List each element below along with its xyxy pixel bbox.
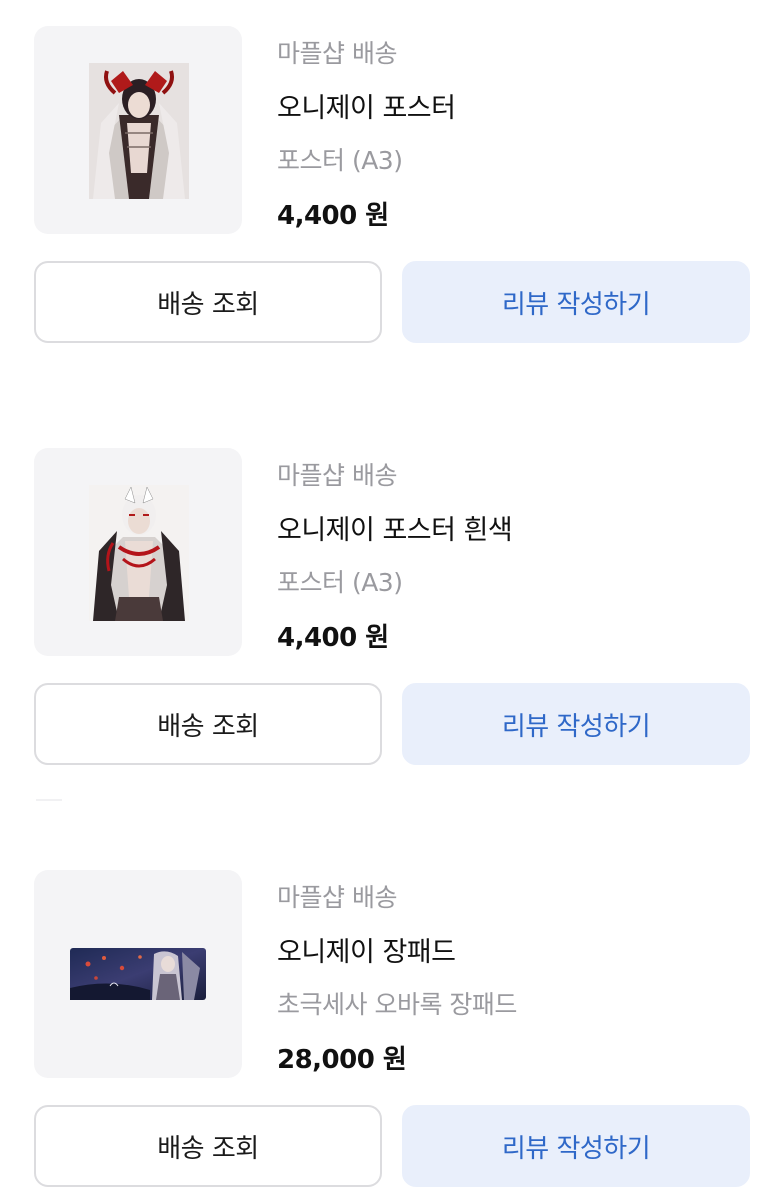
product-price: 28,000 원 xyxy=(277,1045,407,1075)
order-item: 마플샵 배송 오니제이 장패드 초극세사 오바록 장패드 28,000 원 배송… xyxy=(0,870,784,1200)
write-review-button[interactable]: 리뷰 작성하기 xyxy=(402,261,750,343)
product-name[interactable]: 오니제이 포스터 xyxy=(277,86,456,125)
product-price: 4,400 원 xyxy=(277,201,389,231)
shop-label: 마플샵 배송 xyxy=(277,883,397,912)
order-item: 마플샵 배송 오니제이 포스터 흰색 포스터 (A3) 4,400 원 배송 조… xyxy=(0,448,784,778)
product-price: 4,400 원 xyxy=(277,623,389,653)
shop-label: 마플샵 배송 xyxy=(277,461,397,490)
order-item: 마플샵 배송 오니제이 포스터 포스터 (A3) 4,400 원 배송 조회 리… xyxy=(0,26,784,356)
product-name[interactable]: 오니제이 포스터 흰색 xyxy=(277,508,513,547)
product-option: 포스터 (A3) xyxy=(277,568,403,597)
divider xyxy=(36,799,62,801)
desk-mat-image xyxy=(70,948,206,1000)
write-review-button[interactable]: 리뷰 작성하기 xyxy=(402,1105,750,1187)
product-thumbnail[interactable] xyxy=(34,26,242,234)
product-option: 초극세사 오바록 장패드 xyxy=(277,990,517,1019)
product-option: 포스터 (A3) xyxy=(277,146,403,175)
product-name[interactable]: 오니제이 장패드 xyxy=(277,930,456,969)
poster-image xyxy=(89,485,189,621)
product-thumbnail[interactable] xyxy=(34,870,242,1078)
shop-label: 마플샵 배송 xyxy=(277,39,397,68)
track-delivery-button[interactable]: 배송 조회 xyxy=(34,261,382,343)
write-review-button[interactable]: 리뷰 작성하기 xyxy=(402,683,750,765)
poster-image xyxy=(89,63,189,199)
track-delivery-button[interactable]: 배송 조회 xyxy=(34,683,382,765)
track-delivery-button[interactable]: 배송 조회 xyxy=(34,1105,382,1187)
product-thumbnail[interactable] xyxy=(34,448,242,656)
